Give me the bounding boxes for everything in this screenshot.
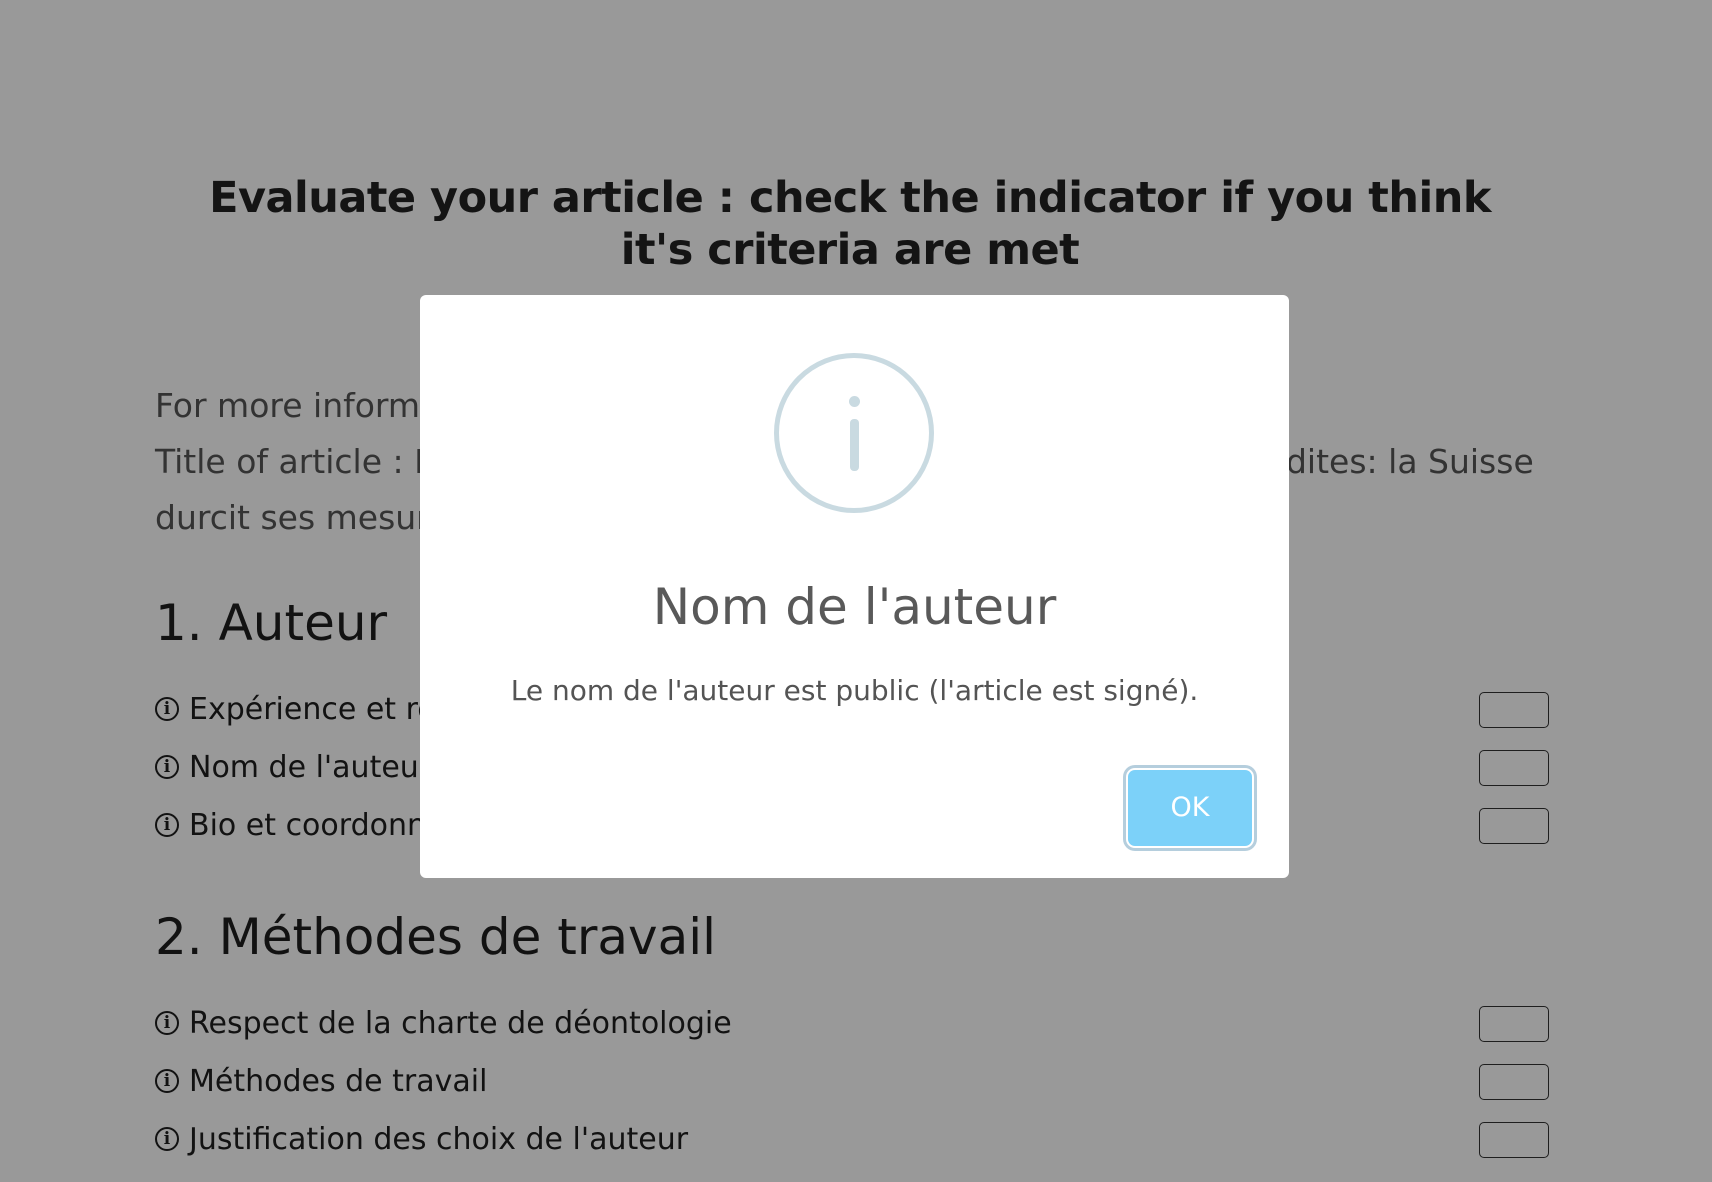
- modal-text: Le nom de l'auteur est public (l'article…: [510, 674, 1199, 707]
- info-icon-bar: [850, 419, 859, 471]
- info-icon: [774, 353, 934, 513]
- info-modal: Nom de l'auteur Le nom de l'auteur est p…: [420, 295, 1289, 878]
- info-icon-dot: [849, 396, 860, 407]
- modal-title: Nom de l'auteur: [652, 578, 1057, 636]
- ok-button[interactable]: OK: [1128, 770, 1252, 846]
